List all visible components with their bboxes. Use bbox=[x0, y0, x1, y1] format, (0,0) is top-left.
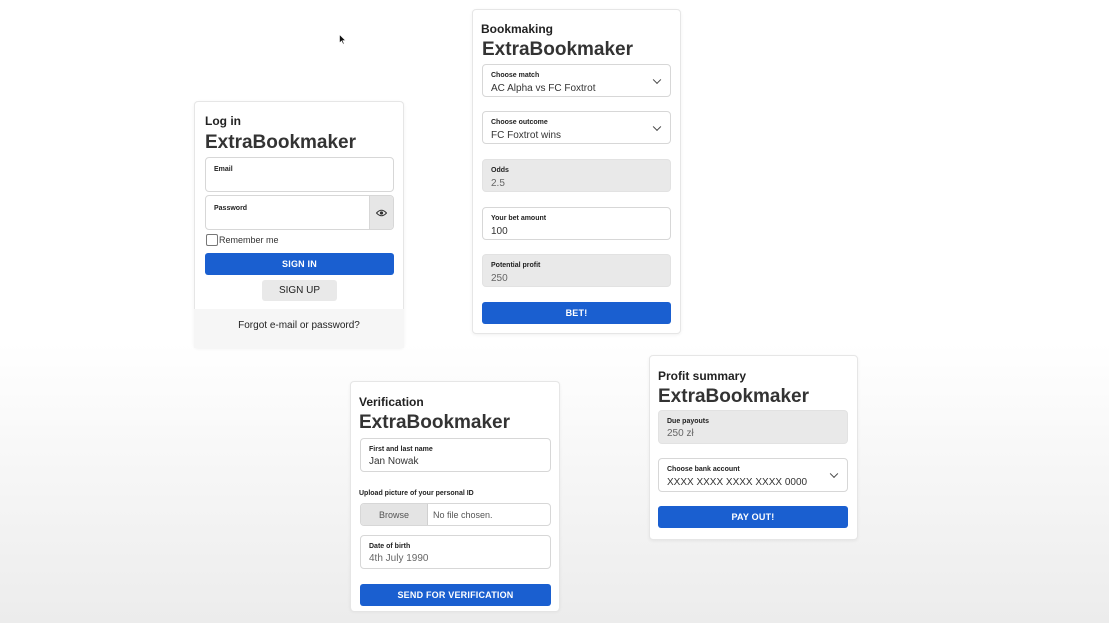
date-of-birth-input[interactable]: Date of birth 4th July 1990 bbox=[360, 535, 551, 569]
choose-match-value: AC Alpha vs FC Foxtrot bbox=[491, 83, 596, 94]
choose-outcome-select[interactable]: Choose outcome FC Foxtrot wins bbox=[482, 111, 671, 144]
upload-id-label: Upload picture of your personal ID bbox=[359, 490, 474, 497]
chevron-down-icon bbox=[829, 469, 839, 479]
potential-profit-value: 250 bbox=[491, 273, 508, 284]
profit-summary-title: Profit summary bbox=[658, 369, 747, 383]
sign-in-button[interactable]: SIGN IN bbox=[205, 253, 394, 275]
date-of-birth-value: 4th July 1990 bbox=[369, 553, 429, 564]
password-field[interactable]: Password bbox=[205, 195, 394, 230]
bookmaking-title: Bookmaking bbox=[481, 22, 554, 36]
odds-value: 2.5 bbox=[491, 178, 505, 189]
chevron-down-icon bbox=[652, 75, 662, 84]
file-status: No file chosen. bbox=[433, 510, 493, 520]
send-for-verification-button[interactable]: SEND FOR VERIFICATION bbox=[360, 584, 551, 606]
bet-amount-input[interactable]: Your bet amount 100 bbox=[482, 207, 671, 240]
full-name-input[interactable]: First and last name Jan Nowak bbox=[360, 438, 551, 472]
odds-label: Odds bbox=[491, 167, 509, 174]
potential-profit-label: Potential profit bbox=[491, 262, 541, 269]
mouse-cursor-icon bbox=[339, 34, 347, 45]
bet-amount-label: Your bet amount bbox=[491, 215, 547, 222]
login-brand: ExtraBookmaker bbox=[205, 132, 357, 153]
browse-button[interactable]: Browse bbox=[361, 504, 428, 525]
password-toggle-button[interactable] bbox=[369, 196, 393, 229]
due-payouts-value: 250 zł bbox=[667, 428, 694, 439]
profit-summary-card: Profit summary ExtraBookmaker Due payout… bbox=[649, 355, 858, 540]
verification-title: Verification bbox=[359, 395, 424, 409]
chevron-down-icon bbox=[652, 122, 662, 131]
remember-me-checkbox[interactable] bbox=[206, 234, 218, 246]
profit-summary-brand: ExtraBookmaker bbox=[658, 386, 810, 407]
bookmaking-card: Bookmaking ExtraBookmaker Choose match A… bbox=[472, 9, 681, 334]
verification-brand: ExtraBookmaker bbox=[359, 412, 511, 433]
potential-profit-field: Potential profit 250 bbox=[482, 254, 671, 287]
id-file-input[interactable]: Browse No file chosen. bbox=[360, 503, 551, 526]
login-title: Log in bbox=[205, 114, 241, 128]
bet-amount-value: 100 bbox=[491, 226, 508, 237]
remember-me-label: Remember me bbox=[219, 235, 279, 245]
email-field[interactable]: Email bbox=[205, 157, 394, 192]
choose-match-label: Choose match bbox=[491, 72, 540, 79]
bank-account-label: Choose bank account bbox=[667, 466, 740, 473]
bookmaking-brand: ExtraBookmaker bbox=[482, 39, 634, 60]
full-name-value: Jan Nowak bbox=[369, 456, 419, 467]
email-label: Email bbox=[214, 166, 233, 173]
odds-field: Odds 2.5 bbox=[482, 159, 671, 192]
sign-up-button[interactable]: SIGN UP bbox=[262, 280, 337, 301]
due-payouts-label: Due payouts bbox=[667, 418, 710, 425]
bet-button[interactable]: BET! bbox=[482, 302, 671, 324]
choose-match-select[interactable]: Choose match AC Alpha vs FC Foxtrot bbox=[482, 64, 671, 97]
eye-icon bbox=[376, 209, 387, 217]
bank-account-select[interactable]: Choose bank account XXXX XXXX XXXX XXXX … bbox=[658, 458, 848, 492]
pay-out-button[interactable]: PAY OUT! bbox=[658, 506, 848, 528]
date-of-birth-label: Date of birth bbox=[369, 543, 411, 550]
verification-card: Verification ExtraBookmaker First and la… bbox=[350, 381, 560, 611]
choose-outcome-label: Choose outcome bbox=[491, 119, 548, 126]
due-payouts-field: Due payouts 250 zł bbox=[658, 410, 848, 444]
bank-account-value: XXXX XXXX XXXX XXXX 0000 bbox=[667, 477, 808, 488]
forgot-password-link[interactable]: Forgot e-mail or password? bbox=[194, 320, 404, 331]
password-label: Password bbox=[214, 205, 248, 212]
full-name-label: First and last name bbox=[369, 446, 433, 453]
choose-outcome-value: FC Foxtrot wins bbox=[491, 130, 562, 141]
